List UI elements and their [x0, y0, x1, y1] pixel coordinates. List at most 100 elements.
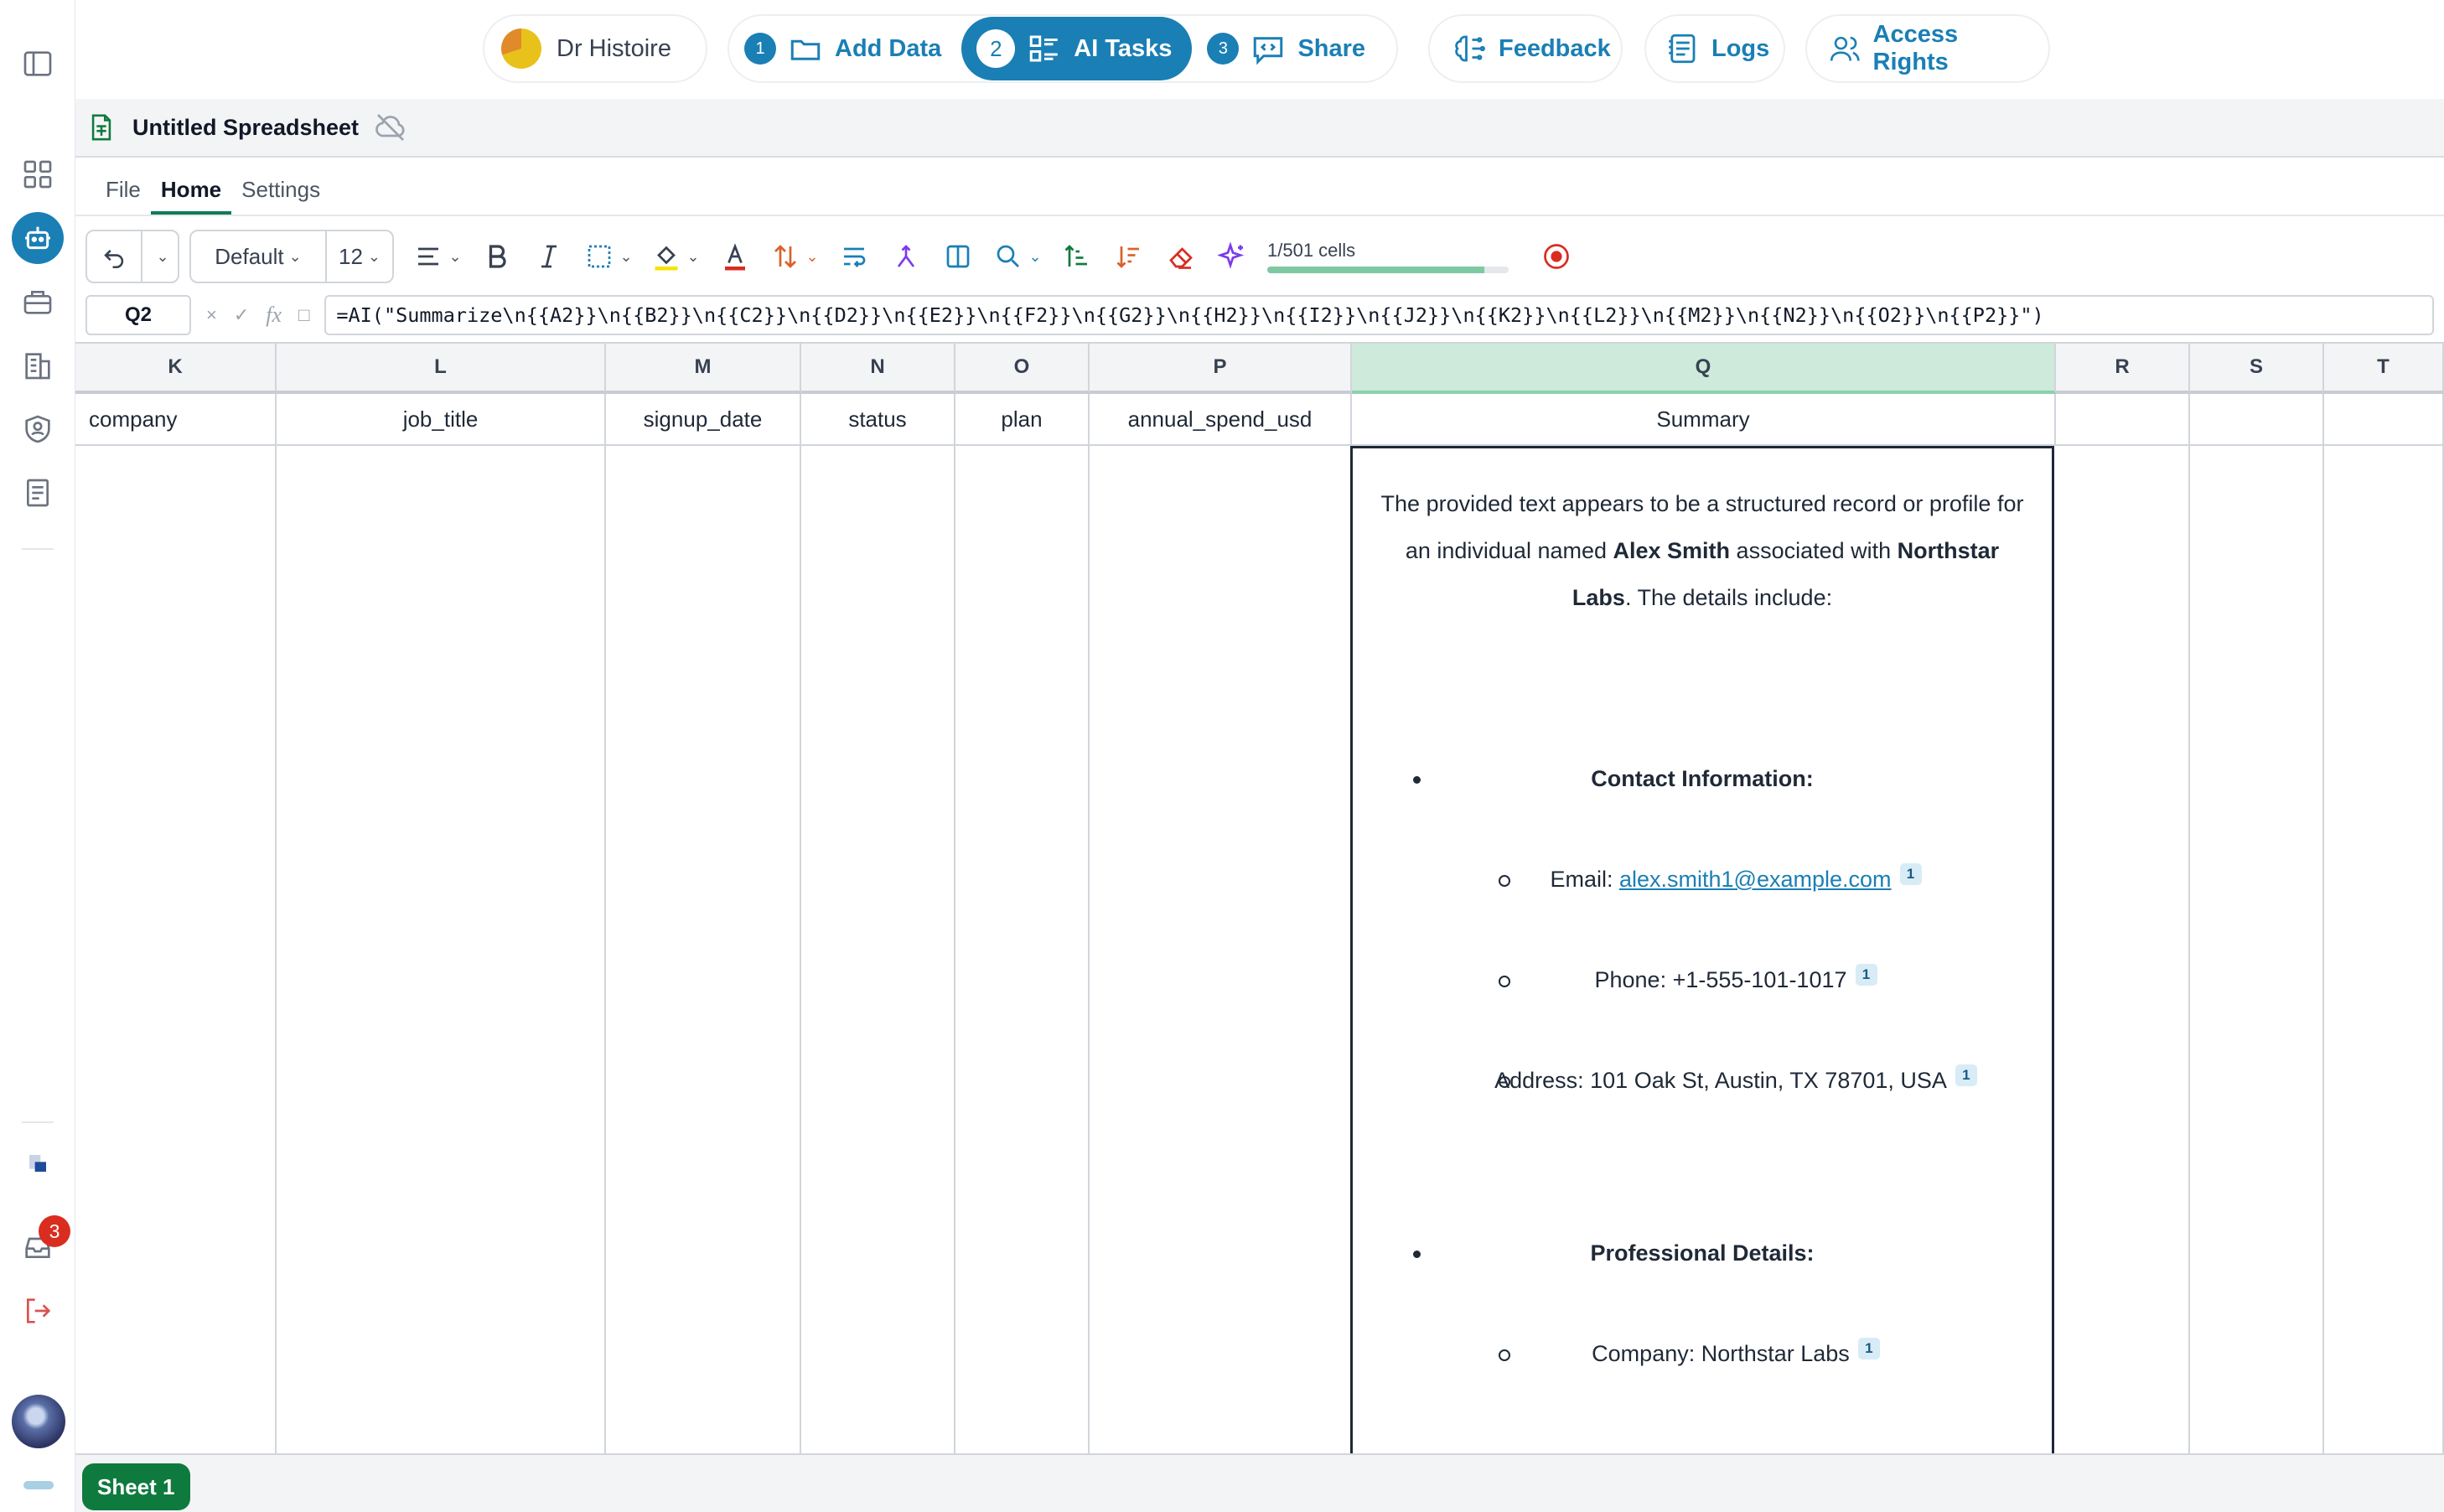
align-button[interactable]: ⌄ [404, 230, 471, 283]
step-add-data[interactable]: 1 Add Data [729, 17, 961, 80]
header-cell[interactable]: status [801, 394, 955, 446]
logs-button[interactable]: Logs [1644, 14, 1785, 83]
email-link[interactable]: alex.smith1@example.com [1619, 867, 1892, 892]
font-family-select[interactable]: Default ⌄ [191, 231, 325, 282]
undo-group: ⌄ [85, 230, 179, 283]
header-cell[interactable]: company [75, 394, 277, 446]
step-number: 2 [976, 29, 1016, 68]
header-cell[interactable]: signup_date [606, 394, 801, 446]
column-header[interactable]: O [955, 344, 1090, 394]
chevron-down-icon: ⌄ [448, 247, 462, 265]
summary-name: Alex Smith [1613, 538, 1731, 563]
column-header[interactable]: P [1090, 344, 1352, 394]
text-color-button[interactable] [709, 230, 761, 283]
column-header[interactable]: S [2190, 344, 2324, 394]
sort-ascending-button[interactable] [1051, 230, 1103, 283]
formula-input[interactable]: =AI("Summarize\n{{A2}}\n{{B2}}\n{{C2}}\n… [324, 295, 2434, 335]
header-cell[interactable]: plan [955, 394, 1090, 446]
column-header-selected[interactable]: Q [1352, 344, 2056, 394]
column-header[interactable]: N [801, 344, 955, 394]
summary-cell-selected[interactable]: The provided text appears to be a struct… [1350, 446, 2054, 1453]
tab-file[interactable]: File [96, 177, 151, 215]
header-cell[interactable] [2056, 394, 2190, 446]
spreadsheet-file-icon [91, 114, 111, 141]
step-number: 3 [1207, 33, 1240, 65]
user-avatar[interactable] [12, 1395, 65, 1448]
step-number: 1 [744, 33, 776, 65]
cancel-formula-icon[interactable]: × [206, 304, 217, 326]
bold-button[interactable] [471, 230, 523, 283]
user-name: Dr Histoire [557, 34, 671, 62]
sort-arrows-icon [774, 245, 797, 268]
logout-icon[interactable] [19, 1292, 56, 1329]
expand-formula-icon[interactable]: □ [298, 304, 309, 326]
access-rights-button[interactable]: Access Rights [1805, 14, 2050, 83]
list-item: Company: Northstar Labs 1 [1373, 1330, 2032, 1377]
citation-badge[interactable]: 1 [1955, 1064, 1977, 1086]
tab-settings[interactable]: Settings [231, 177, 330, 215]
sort-ascending-icon [1064, 245, 1087, 267]
stop-button[interactable] [1530, 230, 1582, 283]
clear-format-button[interactable] [1155, 230, 1207, 283]
wrap-text-button[interactable] [828, 230, 880, 283]
company-text: Company: Northstar Labs [1592, 1341, 1850, 1366]
header-cell[interactable] [2324, 394, 2444, 446]
confirm-formula-icon[interactable]: ✓ [234, 304, 249, 326]
header-cell[interactable]: job_title [277, 394, 606, 446]
shield-user-icon[interactable] [19, 411, 56, 448]
column-header[interactable]: K [75, 344, 277, 394]
sort-descending-button[interactable] [1103, 230, 1155, 283]
sidebar-toggle-icon[interactable] [19, 45, 56, 82]
header-cell[interactable]: Summary [1352, 394, 2056, 446]
cell-name-box[interactable]: Q2 [85, 295, 191, 335]
column-header[interactable]: L [277, 344, 606, 394]
undo-button[interactable] [87, 231, 141, 282]
book-icon[interactable] [19, 474, 56, 511]
grid-line [2188, 446, 2190, 1453]
grid-line [2322, 446, 2324, 1453]
progress-text: 1/501 cells [1267, 240, 1356, 261]
app-logo-icon[interactable] [19, 1145, 56, 1182]
user-chip[interactable]: Dr Histoire [483, 14, 707, 83]
briefcase-icon[interactable] [19, 283, 56, 320]
sort-button[interactable]: ⌄ [761, 230, 828, 283]
function-icon[interactable]: fx [266, 303, 282, 328]
sheet-tab-active[interactable]: Sheet 1 [82, 1463, 190, 1510]
dashboard-icon[interactable] [19, 156, 56, 193]
column-header[interactable]: T [2324, 344, 2444, 394]
feedback-button[interactable]: Feedback [1428, 14, 1623, 83]
cloud-off-icon [375, 114, 405, 141]
feedback-label: Feedback [1499, 34, 1611, 62]
chevron-down-icon: ⌄ [156, 247, 169, 265]
merge-button[interactable] [880, 230, 932, 283]
step-ai-tasks[interactable]: 2 AI Tasks [961, 17, 1193, 80]
fill-color-button[interactable]: ⌄ [642, 230, 709, 283]
citation-badge[interactable]: 1 [1899, 863, 1922, 885]
citation-badge[interactable]: 1 [1857, 1338, 1880, 1359]
ribbon-toolbar: ⌄ Default ⌄ 12 ⌄ ⌄ ⌄ ⌄ ⌄ ⌄ 1/501 cells [75, 218, 2444, 295]
sparkle-icon [1218, 241, 1245, 269]
step-share[interactable]: 3 Share [1192, 17, 1385, 80]
column-header[interactable]: R [2056, 344, 2190, 394]
formula-bar: Q2 × ✓ fx □ =AI("Summarize\n{{A2}}\n{{B2… [75, 290, 2444, 340]
columns-button[interactable] [932, 230, 984, 283]
italic-button[interactable] [523, 230, 575, 283]
rail-handle[interactable] [23, 1481, 54, 1489]
border-button[interactable]: ⌄ [575, 230, 642, 283]
tab-home[interactable]: Home [150, 177, 232, 215]
user-color-icon [501, 28, 541, 69]
citation-badge[interactable]: 1 [1855, 964, 1877, 986]
merge-icon [897, 245, 915, 267]
column-header[interactable]: M [606, 344, 801, 394]
building-icon[interactable] [19, 347, 56, 384]
ai-sparkle-button[interactable] [1207, 230, 1259, 283]
grid-line [954, 446, 955, 1453]
undo-history-dropdown[interactable]: ⌄ [141, 231, 178, 282]
logs-icon [1669, 34, 1696, 64]
header-cell[interactable]: annual_spend_usd [1090, 394, 1352, 446]
header-cell[interactable] [2190, 394, 2324, 446]
ai-bot-icon[interactable] [12, 212, 64, 264]
font-size-select[interactable]: 12 ⌄ [325, 231, 392, 282]
search-button[interactable]: ⌄ [984, 230, 1051, 283]
document-title[interactable]: Untitled Spreadsheet [132, 115, 359, 141]
